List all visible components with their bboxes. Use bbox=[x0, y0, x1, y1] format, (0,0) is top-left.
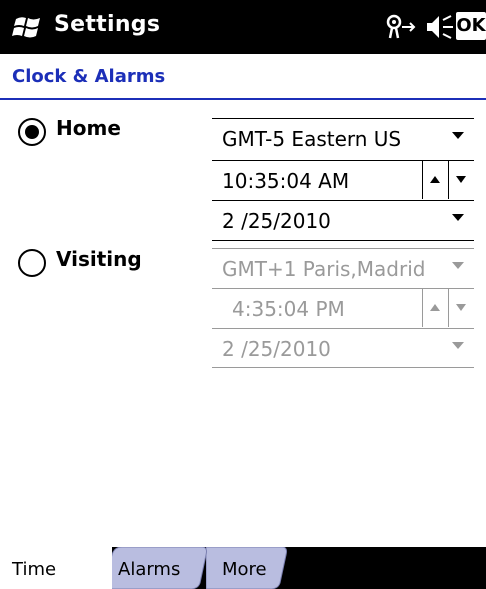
time-up-button[interactable] bbox=[422, 289, 448, 327]
tab-time[interactable]: Time bbox=[0, 547, 112, 589]
home-date-value: 2 /25/2010 bbox=[222, 209, 331, 233]
connectivity-icon[interactable] bbox=[384, 12, 418, 42]
visiting-date-value: 2 /25/2010 bbox=[222, 337, 331, 361]
arrow-down-icon bbox=[456, 304, 466, 311]
app-title: Settings bbox=[54, 12, 161, 37]
visiting-timezone-value: GMT+1 Paris,Madrid bbox=[222, 257, 426, 281]
chevron-down-icon bbox=[452, 262, 464, 269]
visiting-timezone-dropdown[interactable]: GMT+1 Paris,Madrid bbox=[212, 248, 474, 287]
home-label[interactable]: Home bbox=[56, 116, 121, 140]
home-date-dropdown[interactable]: 2 /25/2010 bbox=[212, 200, 474, 239]
chevron-down-icon bbox=[452, 132, 464, 139]
home-timezone-dropdown[interactable]: GMT-5 Eastern US bbox=[212, 118, 474, 157]
arrow-down-icon bbox=[456, 176, 466, 183]
home-radio-button[interactable] bbox=[18, 118, 46, 146]
time-down-button[interactable] bbox=[448, 289, 474, 327]
chevron-down-icon bbox=[452, 214, 464, 221]
visiting-date-dropdown[interactable]: 2 /25/2010 bbox=[212, 328, 474, 368]
home-time-field[interactable]: 10:35:04 AM bbox=[212, 160, 474, 199]
time-down-button[interactable] bbox=[448, 161, 474, 199]
heading-divider bbox=[0, 98, 486, 100]
windows-start-icon[interactable] bbox=[12, 13, 42, 41]
ok-button[interactable]: OK bbox=[456, 12, 486, 40]
visiting-label[interactable]: Visiting bbox=[56, 247, 142, 271]
tab-alarms-label[interactable]: Alarms bbox=[118, 559, 180, 580]
title-bar: Settings OK bbox=[0, 0, 486, 54]
visiting-time-value: 4:35:04 PM bbox=[232, 297, 345, 321]
home-timezone-value: GMT-5 Eastern US bbox=[222, 127, 402, 151]
field-divider bbox=[212, 240, 474, 241]
tab-more-label[interactable]: More bbox=[222, 559, 267, 580]
arrow-up-icon bbox=[430, 176, 440, 183]
tab-bar: Time Alarms More bbox=[0, 547, 486, 589]
radio-selected-dot bbox=[25, 125, 39, 139]
chevron-down-icon bbox=[452, 342, 464, 349]
home-time-value: 10:35:04 AM bbox=[222, 169, 350, 193]
visiting-radio-button[interactable] bbox=[18, 249, 46, 277]
volume-icon[interactable] bbox=[424, 12, 458, 42]
page-title: Clock & Alarms bbox=[12, 66, 166, 87]
arrow-up-icon bbox=[430, 304, 440, 311]
time-up-button[interactable] bbox=[422, 161, 448, 199]
tab-time-label: Time bbox=[12, 559, 57, 580]
visiting-time-field[interactable]: 4:35:04 PM bbox=[212, 288, 474, 327]
